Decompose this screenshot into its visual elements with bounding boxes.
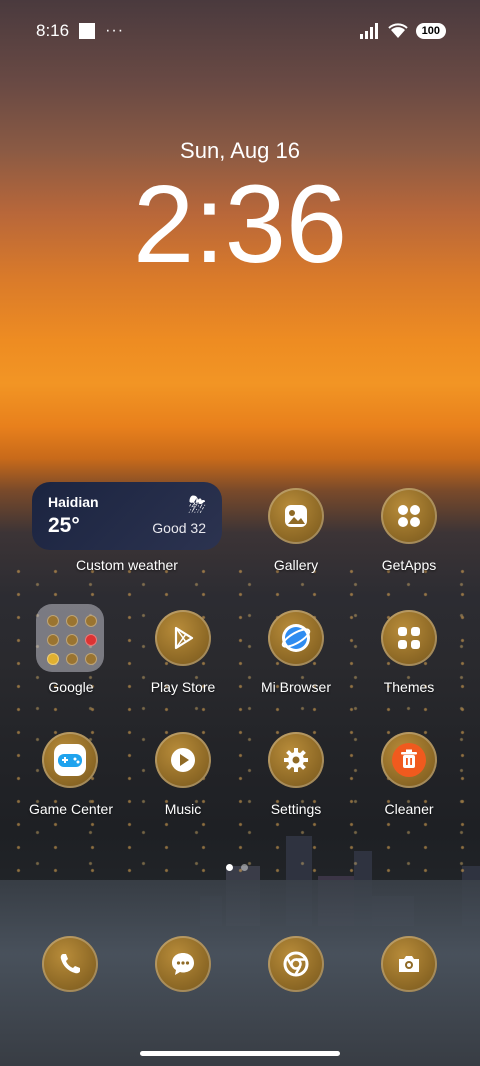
home-indicator[interactable] — [140, 1051, 340, 1056]
google-folder[interactable] — [36, 604, 104, 672]
play-store-icon — [174, 626, 194, 650]
app-label-cleaner: Cleaner — [384, 801, 434, 817]
music-app-icon[interactable] — [155, 732, 211, 788]
dock-camera[interactable] — [381, 936, 437, 992]
page-indicator — [226, 864, 248, 871]
camera-icon — [399, 956, 419, 972]
chrome-icon — [283, 951, 309, 977]
messages-icon — [172, 953, 194, 975]
folder-mini-icon — [85, 615, 97, 627]
cleaner-app-icon[interactable] — [381, 732, 437, 788]
folder-mini-icon — [66, 653, 78, 665]
gamecenter-app-icon[interactable] — [42, 732, 98, 788]
app-label-google: Google — [48, 679, 94, 695]
getapps-icon — [398, 505, 420, 527]
themes-icon — [398, 627, 420, 649]
dock-phone[interactable] — [42, 936, 98, 992]
more-notifications-icon: ··· — [105, 22, 125, 39]
app-label-getapps: GetApps — [381, 557, 437, 573]
phone-icon — [60, 954, 80, 974]
app-label-gallery: Gallery — [273, 557, 319, 573]
notification-icon — [79, 23, 96, 39]
settings-app-icon[interactable] — [268, 732, 324, 788]
lock-date: Sun, Aug 16 — [180, 138, 300, 163]
signal-icon — [359, 23, 378, 39]
mibrowser-app-icon[interactable] — [268, 610, 324, 666]
mi-browser-icon — [281, 624, 311, 652]
weather-aqi: Good 32 — [152, 520, 206, 536]
gallery-app-icon[interactable] — [268, 488, 324, 544]
folder-mini-icon — [66, 634, 78, 646]
app-label-gamecenter: Game Center — [28, 801, 114, 817]
folder-mini-icon — [85, 653, 97, 665]
folder-mini-icon — [47, 615, 59, 627]
wifi-icon — [387, 23, 408, 38]
game-controller-icon — [54, 744, 86, 776]
dock-messages[interactable] — [155, 936, 211, 992]
trash-icon — [392, 743, 426, 777]
weather-temperature: 25° — [48, 514, 80, 537]
thunderstorm-icon: ⛈ — [188, 492, 206, 517]
weather-city: Haidian — [48, 494, 99, 510]
app-label-music: Music — [164, 801, 202, 817]
lock-clock: 2:36 — [132, 163, 348, 286]
app-label-playstore: Play Store — [150, 679, 216, 695]
app-label-themes: Themes — [383, 679, 435, 695]
page-dot — [241, 864, 248, 871]
app-label-mibrowser: Mi Browser — [260, 679, 331, 695]
page-dot-active — [226, 864, 233, 871]
getapps-app-icon[interactable] — [381, 488, 437, 544]
status-bar: 8:16 ··· 100 — [36, 18, 446, 44]
weather-widget[interactable]: Haidian 25° ⛈ Good 32 — [32, 482, 222, 550]
folder-mini-icon — [47, 653, 59, 665]
dock-chrome[interactable] — [268, 936, 324, 992]
folder-mini-icon — [66, 615, 78, 627]
weather-widget-label: Custom weather — [76, 557, 178, 573]
app-label-settings: Settings — [270, 801, 322, 817]
gear-icon — [284, 748, 308, 772]
status-time: 8:16 — [36, 21, 70, 40]
folder-mini-icon — [47, 634, 59, 646]
battery-indicator: 100 — [415, 23, 446, 39]
themes-app-icon[interactable] — [381, 610, 437, 666]
music-play-icon — [171, 748, 195, 772]
gallery-icon — [285, 505, 307, 527]
playstore-app-icon[interactable] — [155, 610, 211, 666]
folder-mini-icon — [85, 634, 97, 646]
